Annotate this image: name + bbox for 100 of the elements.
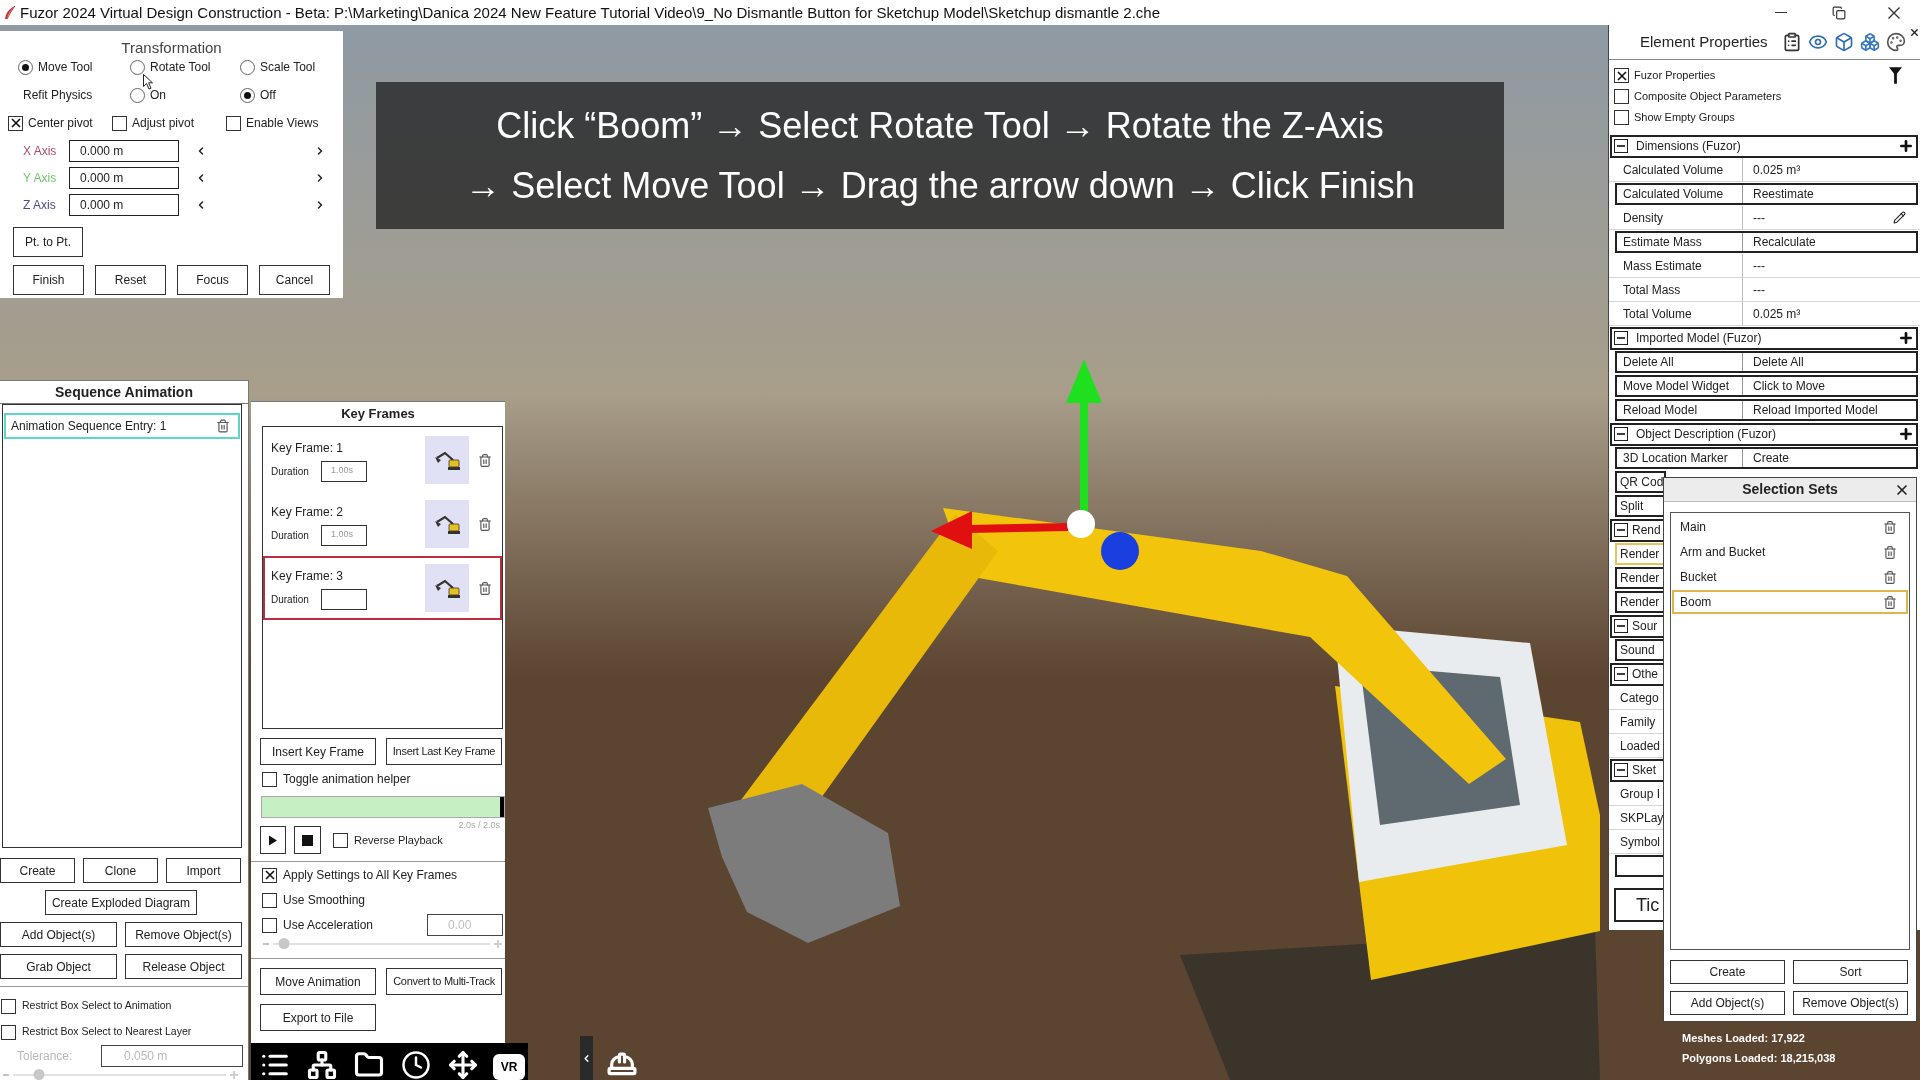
- move-icon[interactable]: [446, 1050, 480, 1080]
- property-action-row[interactable]: Split: [1615, 495, 1666, 517]
- collapse-icon[interactable]: [1614, 331, 1628, 345]
- playhead-marker[interactable]: [500, 797, 504, 817]
- radio-button[interactable]: [240, 59, 255, 75]
- cube-icon[interactable]: [1833, 32, 1854, 52]
- section-header[interactable]: Imported Model (Fuzor): [1610, 326, 1918, 350]
- trash-icon[interactable]: [478, 516, 492, 532]
- clock-icon[interactable]: [399, 1050, 433, 1080]
- add-icon[interactable]: [1898, 138, 1914, 154]
- property-action-row[interactable]: Delete All Delete All: [1615, 351, 1918, 373]
- duration-field[interactable]: [321, 588, 367, 610]
- key-frame-item[interactable]: Key Frame: 3 Duration: [263, 556, 502, 620]
- sequence-button[interactable]: Clone: [83, 858, 158, 883]
- keyframe-button[interactable]: Move Animation: [260, 968, 376, 995]
- selection-set-item[interactable]: Bucket: [1672, 565, 1908, 589]
- folder-icon[interactable]: [352, 1050, 386, 1080]
- selection-set-item[interactable]: Arm and Bucket: [1672, 540, 1908, 564]
- collapse-icon[interactable]: [1614, 139, 1628, 153]
- section-header[interactable]: Othe: [1610, 662, 1666, 686]
- transform-button[interactable]: Cancel: [259, 265, 330, 295]
- keyframe-button[interactable]: Convert to Multi-Track: [386, 968, 502, 995]
- section-header[interactable]: Dimensions (Fuzor): [1610, 134, 1918, 158]
- vr-button[interactable]: VR: [493, 1054, 525, 1080]
- point-to-point-button[interactable]: Pt. to Pt.: [13, 227, 83, 257]
- close-icon[interactable]: [1909, 27, 1920, 38]
- checkbox[interactable]: [1, 1024, 16, 1040]
- trash-icon[interactable]: [1883, 544, 1897, 560]
- section-header[interactable]: Object Description (Fuzor): [1610, 422, 1918, 446]
- trash-icon[interactable]: [1883, 594, 1897, 610]
- trash-icon[interactable]: [478, 580, 492, 596]
- checkbox[interactable]: [333, 832, 348, 848]
- property-action-row[interactable]: Estimate Mass Recalculate: [1615, 231, 1918, 253]
- property-action-row[interactable]: Sound: [1615, 639, 1666, 661]
- filter-icon[interactable]: [1889, 67, 1902, 84]
- selection-set-button[interactable]: Add Object(s): [1670, 991, 1785, 1015]
- checkbox[interactable]: [112, 115, 127, 131]
- trash-icon[interactable]: [478, 452, 492, 468]
- property-action-row[interactable]: Calculated Volume Reestimate: [1615, 183, 1918, 205]
- sequence-button[interactable]: Remove Object(s): [125, 922, 242, 947]
- checkbox[interactable]: [226, 115, 241, 131]
- slider-track[interactable]: [13, 1069, 226, 1080]
- add-icon[interactable]: [1898, 330, 1914, 346]
- radio-button[interactable]: [240, 87, 255, 103]
- panel-button[interactable]: Tic: [1614, 888, 1666, 922]
- property-action-row[interactable]: QR Cod: [1615, 471, 1666, 493]
- property-action-row[interactable]: Render: [1615, 591, 1666, 613]
- sequence-button[interactable]: Import: [166, 858, 241, 883]
- checkbox[interactable]: [262, 892, 277, 908]
- sequence-entry[interactable]: Animation Sequence Entry: 1: [4, 413, 240, 439]
- keyframe-button[interactable]: Export to File: [260, 1004, 376, 1031]
- checkbox[interactable]: [262, 771, 277, 787]
- selection-set-button[interactable]: Sort: [1793, 960, 1908, 984]
- axis-input[interactable]: 0.000 m: [69, 167, 179, 189]
- trash-icon[interactable]: [1883, 519, 1897, 535]
- play-button[interactable]: [260, 826, 286, 854]
- keyframe-button[interactable]: Insert Last Key Frame: [386, 738, 502, 765]
- add-icon[interactable]: [1898, 426, 1914, 442]
- checkbox[interactable]: [1614, 110, 1629, 125]
- property-action-row[interactable]: Reload Model Reload Imported Model: [1615, 399, 1918, 421]
- sequence-button[interactable]: Release Object: [125, 954, 242, 979]
- checkbox[interactable]: [262, 867, 277, 883]
- checkbox[interactable]: [1, 998, 16, 1014]
- radio-button[interactable]: [130, 87, 145, 103]
- network-icon[interactable]: [305, 1050, 339, 1080]
- sequence-button[interactable]: Grab Object: [0, 954, 117, 979]
- selection-set-button[interactable]: Create: [1670, 960, 1785, 984]
- checkbox[interactable]: [262, 917, 277, 933]
- sequence-button[interactable]: Create: [0, 858, 75, 883]
- section-header[interactable]: Rend: [1610, 518, 1666, 542]
- axis-input[interactable]: 0.000 m: [69, 140, 179, 162]
- stop-button[interactable]: [294, 826, 321, 854]
- axis-input[interactable]: 0.000 m: [69, 194, 179, 216]
- transform-button[interactable]: Finish: [13, 265, 84, 295]
- collapse-icon[interactable]: [1614, 523, 1628, 537]
- transform-button[interactable]: Reset: [95, 265, 166, 295]
- checkbox[interactable]: [1614, 68, 1629, 83]
- sequence-button[interactable]: Add Object(s): [0, 922, 117, 947]
- keyframe-button[interactable]: Insert Key Frame: [260, 738, 376, 765]
- transform-button[interactable]: Focus: [177, 265, 248, 295]
- collapse-button[interactable]: [580, 1036, 593, 1080]
- trash-icon[interactable]: [1883, 569, 1897, 585]
- property-action-row[interactable]: 3D Location Marker Create: [1615, 447, 1918, 469]
- collapse-icon[interactable]: [1614, 763, 1628, 777]
- sequence-button[interactable]: Create Exploded Diagram: [45, 890, 197, 915]
- selection-set-item[interactable]: Boom: [1672, 590, 1908, 614]
- section-header[interactable]: Sket: [1610, 758, 1666, 782]
- palette-icon[interactable]: [1885, 32, 1906, 52]
- key-frame-item[interactable]: Key Frame: 2 Duration 1.00s: [263, 492, 502, 556]
- radio-button[interactable]: [18, 59, 33, 75]
- radio-button[interactable]: [130, 59, 145, 75]
- section-header[interactable]: Sour: [1610, 614, 1666, 638]
- selection-set-button[interactable]: Remove Object(s): [1793, 991, 1908, 1015]
- cubes-icon[interactable]: [1859, 32, 1880, 52]
- key-frame-item[interactable]: Key Frame: 1 Duration 1.00s: [263, 428, 502, 492]
- trash-icon[interactable]: [216, 419, 230, 433]
- checkbox[interactable]: [1614, 89, 1629, 104]
- empty-field[interactable]: [1615, 855, 1666, 877]
- property-action-row[interactable]: Render: [1615, 567, 1666, 589]
- property-action-row[interactable]: Move Model Widget Click to Move: [1615, 375, 1918, 397]
